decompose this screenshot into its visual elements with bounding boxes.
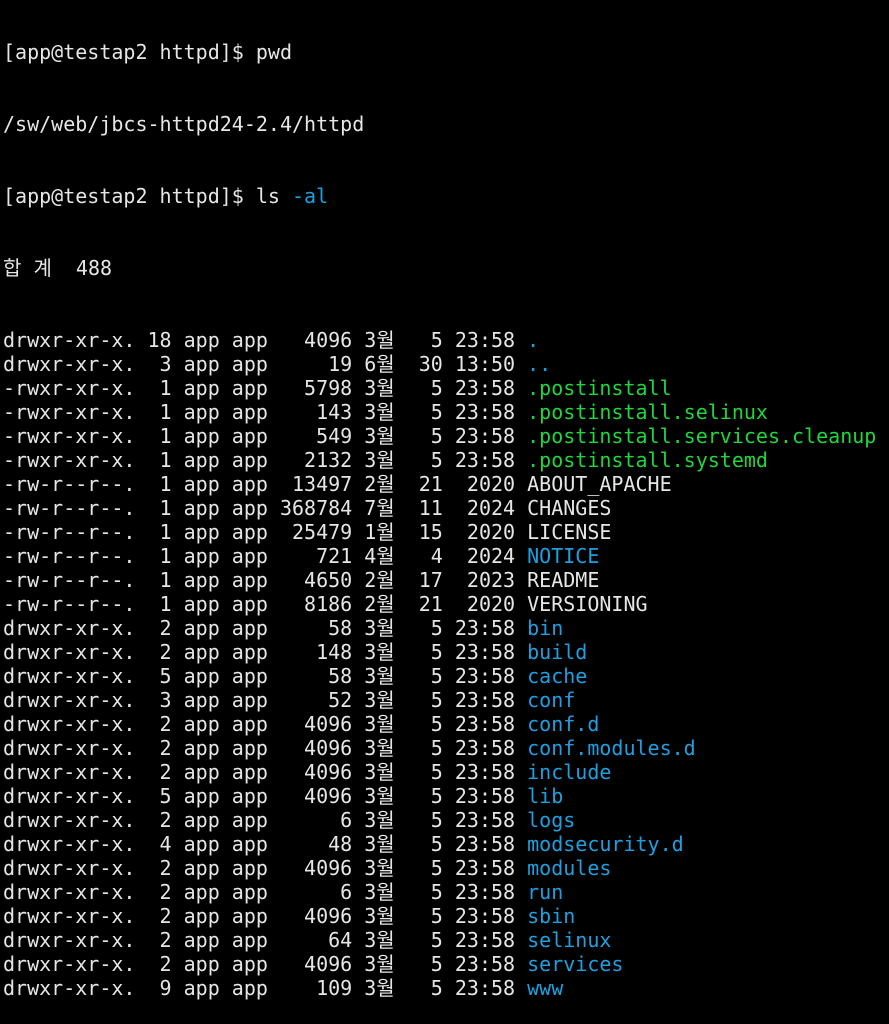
file-meta: drwxr-xr-x. 2 app app 148 3월 5 23:58 bbox=[3, 640, 528, 664]
command-output: /sw/web/jbcs-httpd24-2.4/httpd bbox=[3, 112, 365, 136]
file-name[interactable]: .. bbox=[527, 352, 551, 376]
file-name[interactable]: include bbox=[527, 760, 611, 784]
listing-row: drwxr-xr-x. 9 app app 109 3월 5 23:58 www bbox=[3, 976, 889, 1000]
listing-row: -rw-r--r--. 1 app app 13497 2월 21 2020 A… bbox=[3, 472, 889, 496]
listing-row: -rwxr-xr-x. 1 app app 5798 3월 5 23:58 .p… bbox=[3, 376, 889, 400]
listing-row: drwxr-xr-x. 18 app app 4096 3월 5 23:58 . bbox=[3, 328, 889, 352]
file-meta: -rw-r--r--. 1 app app 13497 2월 21 2020 bbox=[3, 472, 528, 496]
listing-row: drwxr-xr-x. 4 app app 48 3월 5 23:58 mods… bbox=[3, 832, 889, 856]
file-name[interactable]: .postinstall.systemd bbox=[527, 448, 768, 472]
listing-row: drwxr-xr-x. 3 app app 19 6월 30 13:50 .. bbox=[3, 352, 889, 376]
total-line: 합 계 488 bbox=[3, 256, 113, 280]
listing-row: drwxr-xr-x. 2 app app 4096 3월 5 23:58 sb… bbox=[3, 904, 889, 928]
file-meta: drwxr-xr-x. 18 app app 4096 3월 5 23:58 bbox=[3, 328, 528, 352]
file-meta: drwxr-xr-x. 3 app app 52 3월 5 23:58 bbox=[3, 688, 528, 712]
file-name[interactable]: README bbox=[527, 568, 599, 592]
shell-prompt: [app@testap2 httpd]$ bbox=[3, 40, 256, 64]
file-meta: -rwxr-xr-x. 1 app app 2132 3월 5 23:58 bbox=[3, 448, 528, 472]
file-meta: drwxr-xr-x. 2 app app 4096 3월 5 23:58 bbox=[3, 736, 528, 760]
listing-row: drwxr-xr-x. 2 app app 64 3월 5 23:58 seli… bbox=[3, 928, 889, 952]
command-flag: -al bbox=[292, 184, 329, 208]
file-meta: -rwxr-xr-x. 1 app app 5798 3월 5 23:58 bbox=[3, 376, 528, 400]
file-name[interactable]: .postinstall.services.cleanup bbox=[527, 424, 876, 448]
listing-row: drwxr-xr-x. 2 app app 4096 3월 5 23:58 in… bbox=[3, 760, 889, 784]
file-name[interactable]: build bbox=[527, 640, 587, 664]
file-meta: drwxr-xr-x. 2 app app 6 3월 5 23:58 bbox=[3, 808, 528, 832]
file-name[interactable]: bin bbox=[527, 616, 563, 640]
file-meta: drwxr-xr-x. 2 app app 4096 3월 5 23:58 bbox=[3, 760, 528, 784]
listing-row: -rw-r--r--. 1 app app 368784 7월 11 2024 … bbox=[3, 496, 889, 520]
listing-row: -rwxr-xr-x. 1 app app 143 3월 5 23:58 .po… bbox=[3, 400, 889, 424]
listing-row: drwxr-xr-x. 2 app app 58 3월 5 23:58 bin bbox=[3, 616, 889, 640]
file-meta: -rw-r--r--. 1 app app 368784 7월 11 2024 bbox=[3, 496, 528, 520]
command-text: ls bbox=[255, 184, 292, 208]
listing-row: drwxr-xr-x. 5 app app 4096 3월 5 23:58 li… bbox=[3, 784, 889, 808]
file-name[interactable]: logs bbox=[527, 808, 575, 832]
listing-row: -rwxr-xr-x. 1 app app 2132 3월 5 23:58 .p… bbox=[3, 448, 889, 472]
listing-row: drwxr-xr-x. 5 app app 58 3월 5 23:58 cach… bbox=[3, 664, 889, 688]
file-name[interactable]: sbin bbox=[527, 904, 575, 928]
listing-row: -rw-r--r--. 1 app app 8186 2월 21 2020 VE… bbox=[3, 592, 889, 616]
file-meta: -rwxr-xr-x. 1 app app 143 3월 5 23:58 bbox=[3, 400, 528, 424]
file-meta: drwxr-xr-x. 2 app app 4096 3월 5 23:58 bbox=[3, 712, 528, 736]
file-meta: drwxr-xr-x. 5 app app 4096 3월 5 23:58 bbox=[3, 784, 528, 808]
file-name[interactable]: NOTICE bbox=[527, 544, 599, 568]
file-meta: drwxr-xr-x. 2 app app 58 3월 5 23:58 bbox=[3, 616, 528, 640]
file-meta: drwxr-xr-x. 4 app app 48 3월 5 23:58 bbox=[3, 832, 528, 856]
file-meta: drwxr-xr-x. 2 app app 6 3월 5 23:58 bbox=[3, 880, 528, 904]
file-meta: -rwxr-xr-x. 1 app app 549 3월 5 23:58 bbox=[3, 424, 528, 448]
directory-listing: drwxr-xr-x. 18 app app 4096 3월 5 23:58 .… bbox=[3, 328, 889, 1000]
listing-row: drwxr-xr-x. 2 app app 4096 3월 5 23:58 co… bbox=[3, 712, 889, 736]
file-meta: drwxr-xr-x. 2 app app 64 3월 5 23:58 bbox=[3, 928, 528, 952]
file-meta: drwxr-xr-x. 2 app app 4096 3월 5 23:58 bbox=[3, 952, 528, 976]
shell-prompt: [app@testap2 httpd]$ bbox=[3, 184, 256, 208]
prompt-line-pwd: [app@testap2 httpd]$ pwd bbox=[3, 40, 889, 64]
file-name[interactable]: cache bbox=[527, 664, 587, 688]
listing-row: drwxr-xr-x. 2 app app 6 3월 5 23:58 run bbox=[3, 880, 889, 904]
file-name[interactable]: LICENSE bbox=[527, 520, 611, 544]
listing-row: -rw-r--r--. 1 app app 721 4월 4 2024 NOTI… bbox=[3, 544, 889, 568]
file-name[interactable]: www bbox=[527, 976, 563, 1000]
file-meta: -rw-r--r--. 1 app app 25479 1월 15 2020 bbox=[3, 520, 528, 544]
file-meta: drwxr-xr-x. 9 app app 109 3월 5 23:58 bbox=[3, 976, 528, 1000]
file-name[interactable]: .postinstall bbox=[527, 376, 672, 400]
file-meta: drwxr-xr-x. 5 app app 58 3월 5 23:58 bbox=[3, 664, 528, 688]
terminal-window[interactable]: [app@testap2 httpd]$ pwd /sw/web/jbcs-ht… bbox=[3, 0, 889, 1024]
listing-row: -rwxr-xr-x. 1 app app 549 3월 5 23:58 .po… bbox=[3, 424, 889, 448]
file-meta: -rw-r--r--. 1 app app 721 4월 4 2024 bbox=[3, 544, 528, 568]
file-name[interactable]: selinux bbox=[527, 928, 611, 952]
listing-row: drwxr-xr-x. 2 app app 4096 3월 5 23:58 mo… bbox=[3, 856, 889, 880]
file-meta: drwxr-xr-x. 2 app app 4096 3월 5 23:58 bbox=[3, 904, 528, 928]
listing-row: drwxr-xr-x. 2 app app 4096 3월 5 23:58 se… bbox=[3, 952, 889, 976]
file-name[interactable]: conf.d bbox=[527, 712, 599, 736]
listing-row: drwxr-xr-x. 2 app app 4096 3월 5 23:58 co… bbox=[3, 736, 889, 760]
file-name[interactable]: lib bbox=[527, 784, 563, 808]
listing-row: drwxr-xr-x. 3 app app 52 3월 5 23:58 conf bbox=[3, 688, 889, 712]
file-name[interactable]: modules bbox=[527, 856, 611, 880]
file-meta: -rw-r--r--. 1 app app 4650 2월 17 2023 bbox=[3, 568, 528, 592]
listing-row: -rw-r--r--. 1 app app 4650 2월 17 2023 RE… bbox=[3, 568, 889, 592]
file-name[interactable]: CHANGES bbox=[527, 496, 611, 520]
file-name[interactable]: VERSIONING bbox=[527, 592, 647, 616]
listing-row: drwxr-xr-x. 2 app app 6 3월 5 23:58 logs bbox=[3, 808, 889, 832]
listing-row: -rw-r--r--. 1 app app 25479 1월 15 2020 L… bbox=[3, 520, 889, 544]
file-name[interactable]: . bbox=[527, 328, 539, 352]
file-meta: -rw-r--r--. 1 app app 8186 2월 21 2020 bbox=[3, 592, 528, 616]
file-name[interactable]: run bbox=[527, 880, 563, 904]
file-meta: drwxr-xr-x. 2 app app 4096 3월 5 23:58 bbox=[3, 856, 528, 880]
file-name[interactable]: ABOUT_APACHE bbox=[527, 472, 672, 496]
command-text: pwd bbox=[255, 40, 292, 64]
prompt-line-ls: [app@testap2 httpd]$ ls -al bbox=[3, 184, 889, 208]
file-name[interactable]: modsecurity.d bbox=[527, 832, 684, 856]
file-name[interactable]: services bbox=[527, 952, 623, 976]
file-name[interactable]: conf.modules.d bbox=[527, 736, 696, 760]
file-name[interactable]: .postinstall.selinux bbox=[527, 400, 768, 424]
listing-row: drwxr-xr-x. 2 app app 148 3월 5 23:58 bui… bbox=[3, 640, 889, 664]
file-name[interactable]: conf bbox=[527, 688, 575, 712]
file-meta: drwxr-xr-x. 3 app app 19 6월 30 13:50 bbox=[3, 352, 528, 376]
